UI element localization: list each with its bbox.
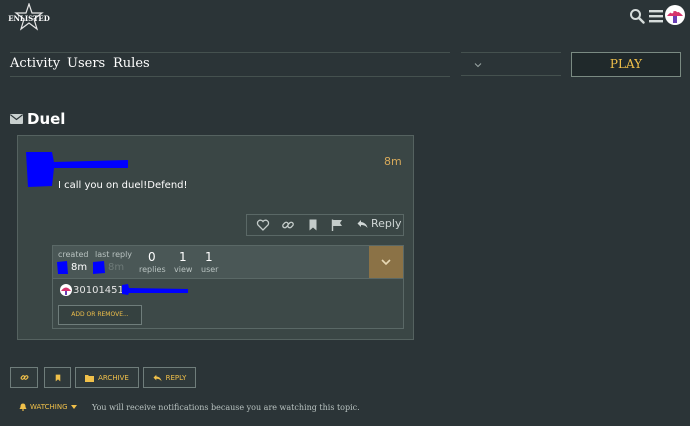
post-body: I call you on duel!Defend! xyxy=(58,180,188,191)
hamburger-icon[interactable] xyxy=(648,8,664,24)
chevron-down-icon xyxy=(474,63,482,68)
link-icon xyxy=(20,375,28,380)
post-reply-button[interactable]: Reply xyxy=(357,217,401,230)
nav-activity[interactable]: Activity xyxy=(10,56,60,71)
reply-icon xyxy=(153,374,162,381)
views-count: 1 xyxy=(179,250,187,264)
play-button[interactable]: PLAY xyxy=(571,52,681,77)
category-dropdown[interactable] xyxy=(461,52,561,76)
nav-rules[interactable]: Rules xyxy=(113,56,150,71)
share-link-button[interactable] xyxy=(10,367,38,388)
participant-redaction xyxy=(122,284,188,295)
users-label: user xyxy=(201,265,219,274)
logo-text: ENLISTED xyxy=(8,14,50,23)
avatar[interactable] xyxy=(665,5,685,25)
bookmark-topic-button[interactable] xyxy=(44,367,71,388)
users-count: 1 xyxy=(205,250,213,264)
archive-label: ARCHIVE xyxy=(98,373,129,382)
bookmark-icon xyxy=(55,374,60,381)
creator-redaction xyxy=(57,261,68,274)
bookmark-icon[interactable] xyxy=(306,218,320,232)
last-reply-value[interactable]: 8m xyxy=(108,262,124,273)
replies-label: replies xyxy=(139,265,166,274)
participant-name[interactable]: 30101451 xyxy=(73,285,124,296)
replies-count: 0 xyxy=(148,250,156,264)
created-label: created xyxy=(58,250,89,259)
notification-description: You will receive notifications because y… xyxy=(92,403,360,412)
participant-avatar[interactable] xyxy=(60,284,72,296)
add-or-remove-button[interactable]: ADD OR REMOVE... xyxy=(58,305,142,325)
nav-divider-bottom xyxy=(10,76,450,77)
watching-label: WATCHING xyxy=(30,403,68,411)
envelope-icon xyxy=(10,114,23,124)
reply-label: REPLY xyxy=(165,373,187,382)
chevron-down-icon xyxy=(381,259,391,266)
last-reply-label: last reply xyxy=(95,250,133,259)
heart-icon[interactable] xyxy=(256,218,270,232)
views-label: view xyxy=(174,265,193,274)
search-icon[interactable] xyxy=(629,8,645,24)
nav-divider-top xyxy=(10,52,450,53)
topic-map-toggle[interactable] xyxy=(369,246,403,278)
created-value[interactable]: 8m xyxy=(71,262,87,273)
bell-icon xyxy=(19,403,27,411)
folder-icon xyxy=(85,374,95,382)
notification-level-button[interactable]: WATCHING xyxy=(19,403,77,411)
last-replier-redaction xyxy=(93,261,105,274)
reply-button[interactable]: REPLY xyxy=(143,367,196,388)
archive-button[interactable]: ARCHIVE xyxy=(75,367,139,388)
topic-map-divider xyxy=(53,278,403,279)
enlisted-logo[interactable]: ENLISTED xyxy=(8,3,50,31)
nav-users[interactable]: Users xyxy=(67,56,105,71)
post-date[interactable]: 8m xyxy=(384,155,402,168)
topic-title[interactable]: Duel xyxy=(27,110,65,128)
caret-down-icon xyxy=(70,405,77,409)
flag-icon[interactable] xyxy=(330,218,344,232)
reply-icon xyxy=(357,219,368,228)
link-icon[interactable] xyxy=(281,218,295,232)
post-reply-label: Reply xyxy=(371,217,402,230)
